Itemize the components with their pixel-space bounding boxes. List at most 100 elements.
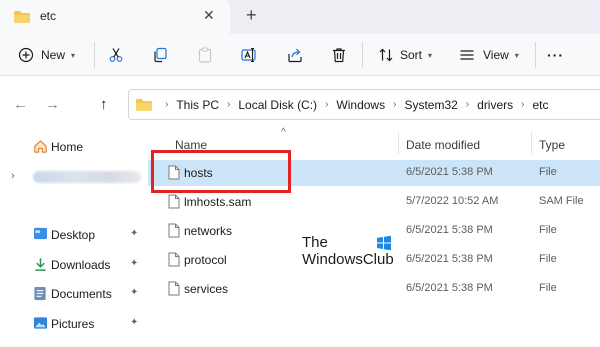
file-date: 6/5/2021 5:38 PM [406,253,493,265]
share-button[interactable] [287,43,303,67]
pin-icon[interactable]: ✦ [130,228,138,239]
breadcrumb-separator: › [465,99,470,110]
scissors-icon [108,47,124,63]
nav-item-documents[interactable]: Documents ✦ [0,281,148,307]
watermark-line1: The [302,234,328,251]
copy-icon [152,47,168,63]
pin-icon[interactable]: ✦ [130,287,138,298]
command-bar: New ▾ Sort ▾ View ▾ ··· [0,34,600,76]
desktop-icon [33,227,48,243]
trash-icon [331,47,347,63]
new-tab-button[interactable]: + [246,6,257,24]
column-header-type[interactable]: Type [539,138,565,152]
breadcrumb-etc[interactable]: etc [533,98,549,112]
nav-label-downloads: Downloads [51,258,111,272]
divider [362,42,363,68]
breadcrumb-local-disk[interactable]: Local Disk (C:) [238,98,317,112]
breadcrumb-windows[interactable]: Windows [336,98,385,112]
file-type: File [539,224,557,236]
download-icon [33,257,48,275]
nav-item-pictures[interactable]: Pictures ✦ [0,311,148,337]
chevron-down-icon: ▾ [428,50,433,60]
new-label: New [41,48,66,62]
new-button[interactable]: New ▾ [18,43,75,67]
file-name: networks [184,224,233,238]
column-header-date[interactable]: Date modified [406,138,480,152]
cut-button[interactable] [108,43,124,67]
file-date: 5/7/2022 10:52 AM [406,195,499,207]
watermark: The WindowsClub [302,234,412,270]
breadcrumb-separator: › [393,99,397,110]
folder-icon [13,10,31,27]
sort-button[interactable]: Sort ▾ [378,43,432,67]
breadcrumb-drivers[interactable]: drivers [477,98,513,112]
divider [535,42,536,68]
tab-bar: etc ✕ + [0,0,600,34]
chevron-down-icon: ▾ [514,50,519,60]
paste-button[interactable] [197,43,213,67]
view-label: View [483,48,509,62]
file-name: protocol [184,253,227,267]
breadcrumb-system32[interactable]: System32 [404,98,457,112]
rename-button[interactable] [241,43,259,67]
view-icon [459,47,475,63]
file-type: File [539,166,557,178]
nav-item-home[interactable]: Home [0,134,148,160]
tab-etc[interactable]: etc ✕ [0,0,230,34]
column-divider[interactable] [531,132,532,154]
delete-button[interactable] [331,43,347,67]
nav-item-downloads[interactable]: Downloads ✦ [0,252,148,278]
breadcrumb-this-pc[interactable]: This PC [176,98,219,112]
file-icon [168,252,180,270]
breadcrumb-separator: › [521,99,525,110]
tab-title: etc [40,9,57,23]
pictures-icon [33,316,48,333]
windows-logo-icon [376,235,392,251]
sort-label: Sort [400,48,423,62]
file-icon [168,281,180,299]
folder-icon [135,98,153,112]
navigation-row: ← → ↑ › This PC › Local Disk (C:) › Wind… [0,76,600,132]
file-type: SAM File [539,195,584,207]
file-icon [168,223,180,241]
sort-ascending-icon: ^ [281,127,286,138]
file-name: lmhosts.sam [184,195,252,209]
blurred-account-item[interactable] [33,171,141,183]
close-tab-icon[interactable]: ✕ [203,8,215,22]
nav-item-desktop[interactable]: Desktop ✦ [0,222,148,248]
column-divider[interactable] [398,132,399,154]
share-icon [287,47,303,63]
forward-arrow-icon[interactable]: → [45,97,60,112]
file-type: File [539,282,557,294]
file-icon [168,194,180,212]
rename-icon [241,47,259,63]
pin-icon[interactable]: ✦ [130,258,138,269]
file-type: File [539,253,557,265]
more-options-button[interactable]: ··· [547,43,564,67]
chevron-right-icon[interactable]: › [11,170,15,182]
file-date: 6/5/2021 5:38 PM [406,224,493,236]
table-row[interactable]: services 6/5/2021 5:38 PM File [148,276,600,302]
clipboard-icon [197,47,213,63]
file-date: 6/5/2021 5:38 PM [406,282,493,294]
breadcrumb-separator: › [227,99,231,110]
plus-circle-icon [18,47,34,63]
breadcrumb-separator: › [325,99,329,110]
nav-label-pictures: Pictures [51,317,95,331]
sort-icon [378,47,394,63]
highlight-annotation [151,150,291,193]
nav-label-desktop: Desktop [51,228,96,242]
breadcrumb-separator: › [165,99,169,110]
back-arrow-icon[interactable]: ← [13,97,28,112]
address-bar[interactable]: › This PC › Local Disk (C:) › Windows › … [128,89,600,120]
watermark-line2: WindowsClub [302,251,394,268]
pin-icon[interactable]: ✦ [130,317,138,328]
view-button[interactable]: View ▾ [459,43,519,67]
up-arrow-icon[interactable]: ↑ [100,97,108,112]
chevron-down-icon: ▾ [71,50,76,60]
file-name: services [184,282,229,296]
nav-label-home: Home [51,140,84,154]
documents-icon [33,286,47,304]
copy-button[interactable] [152,43,168,67]
divider [94,42,95,68]
